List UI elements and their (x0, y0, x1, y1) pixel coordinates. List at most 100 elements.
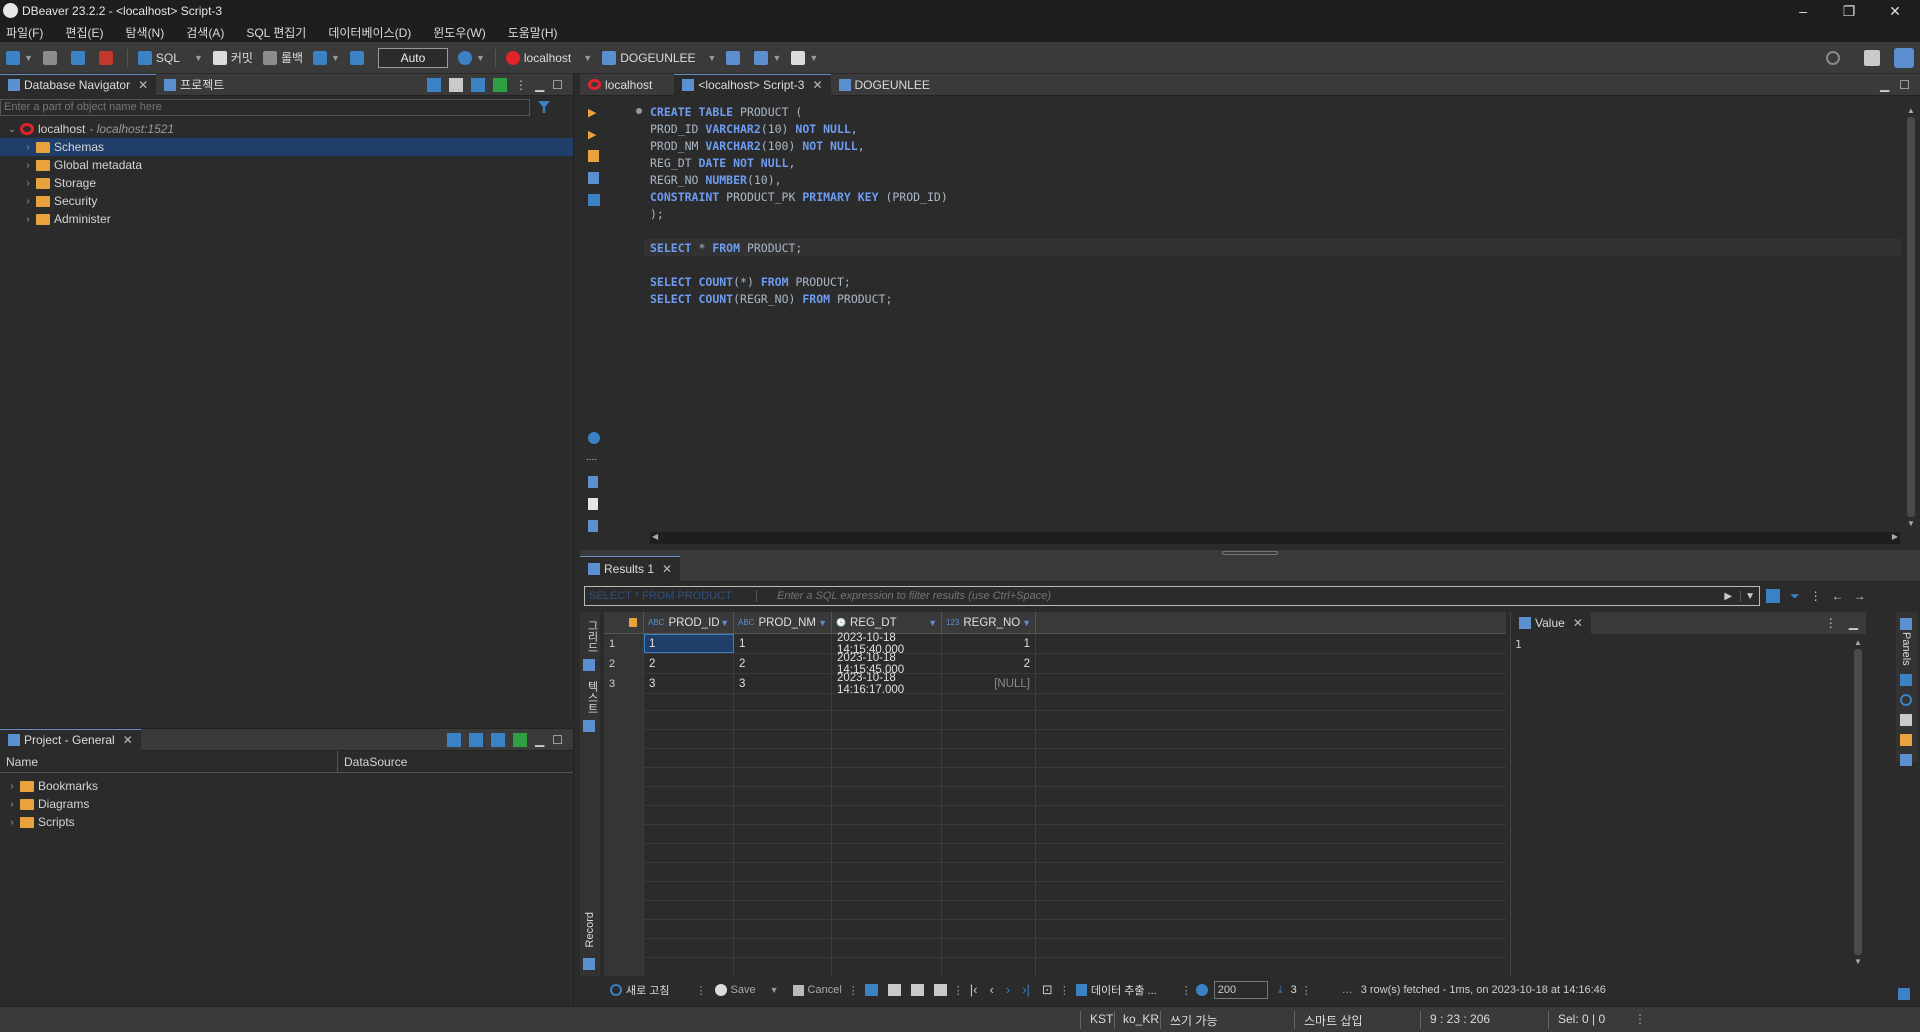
row-number[interactable]: 3 (604, 674, 644, 693)
tab-database-navigator[interactable]: Database Navigator ✕ (0, 73, 157, 96)
column-header-name[interactable]: Name (0, 751, 338, 772)
fetch-size-input[interactable] (1213, 981, 1268, 999)
table-cell[interactable]: 2 (644, 654, 734, 673)
tab-dogeunlee[interactable]: DOGEUNLEE (831, 74, 938, 96)
project-item-bookmarks[interactable]: › Bookmarks (0, 777, 573, 795)
search-tool-button[interactable]: ▼ (791, 46, 818, 70)
tree-node-administer[interactable]: › Administer (0, 210, 573, 228)
column-header[interactable]: ABC PROD_NM ▼ (734, 612, 832, 634)
menu-help[interactable]: 도움말(H) (508, 24, 558, 41)
collapse-all-icon[interactable] (471, 77, 485, 92)
output-icon[interactable] (588, 194, 600, 206)
table-row[interactable]: 3 3 3 2023-10-18 14:16:17.000 [NULL] (604, 672, 1506, 696)
save-file-icon[interactable] (588, 498, 598, 510)
table-cell[interactable]: 1 (734, 634, 832, 653)
column-header[interactable]: 🕓 REG_DT ▼ (832, 612, 942, 634)
collapse-icon[interactable] (469, 732, 483, 747)
panels-icon[interactable] (1900, 618, 1912, 630)
sort-arrow-icon[interactable]: ▼ (1022, 618, 1031, 628)
open-file-icon[interactable] (588, 476, 598, 488)
table-cell[interactable]: 2023-10-18 14:16:17.000 (832, 672, 942, 696)
menu-edit[interactable]: 편집(E) (65, 24, 103, 41)
close-icon[interactable]: ✕ (812, 78, 822, 92)
table-row[interactable]: 2 2 2 2023-10-18 14:15:45.000 2 (604, 652, 1506, 676)
fetch-settings-icon[interactable] (1195, 984, 1208, 996)
menu-file[interactable]: 파일(F) (6, 24, 43, 41)
new-connection-button[interactable]: ▼ (6, 46, 33, 70)
delete-row-icon[interactable] (933, 984, 947, 996)
row-number-header[interactable] (604, 612, 644, 634)
value-scrollbar[interactable]: ▲ ▼ (1852, 638, 1864, 972)
menu-sql-editor[interactable]: SQL 편집기 (246, 24, 306, 41)
menu-window[interactable]: 윈도우(W) (433, 24, 485, 41)
refresh-button[interactable]: 새로 고침 (610, 982, 670, 998)
close-icon[interactable]: ✕ (1573, 616, 1583, 630)
execute-new-tab-icon[interactable] (588, 150, 599, 162)
tab-script-3[interactable]: <localhost> Script-3 ✕ (674, 73, 831, 96)
menu-dots-icon[interactable]: ⋮ (1825, 616, 1837, 630)
maximize-view-icon[interactable]: ☐ (552, 78, 563, 92)
table-row[interactable]: 1 1 1 2023-10-18 14:15:40.000 1 (604, 632, 1506, 656)
table-cell[interactable]: 2023-10-18 14:15:45.000 (832, 652, 942, 676)
table-cell[interactable]: 1 (942, 634, 1036, 653)
chevron-right-icon[interactable]: › (22, 178, 34, 189)
editor-vertical-scrollbar[interactable]: ▲ ▼ (1904, 106, 1918, 530)
sql-line[interactable]: SELECT COUNT(*) FROM PRODUCT; (650, 274, 948, 291)
copy-row-icon[interactable] (910, 984, 924, 996)
results-filter-input[interactable] (757, 587, 1725, 605)
chevron-right-icon[interactable]: › (6, 781, 18, 792)
next-icon[interactable]: › (1006, 982, 1010, 998)
chevron-right-icon[interactable]: › (6, 799, 18, 810)
maximize-view-icon[interactable]: ☐ (552, 733, 563, 747)
active-schema-selector[interactable]: DOGEUNLEE ▼ (602, 46, 716, 70)
filter-settings-icon[interactable]: ⏷ (1790, 589, 1800, 604)
chevron-right-icon[interactable]: › (22, 160, 34, 171)
tab-results-1[interactable]: Results 1 ✕ (580, 555, 681, 582)
lock-button[interactable] (349, 46, 368, 70)
navigator-filter-input[interactable] (0, 98, 530, 116)
column-header-datasource[interactable]: DataSource (338, 751, 573, 772)
add-row-icon[interactable] (887, 984, 901, 996)
tab-project-general[interactable]: Project - General ✕ (0, 728, 141, 751)
table-cell[interactable]: 2 (734, 654, 832, 673)
text-view-label[interactable]: 텍스트 (584, 681, 600, 714)
restore-button[interactable]: ❐ (1826, 0, 1872, 22)
commit-button[interactable]: 커밋 (212, 46, 253, 70)
status-menu-icon[interactable]: ⋮ (1634, 1012, 1646, 1026)
scrollbar-thumb[interactable] (1907, 117, 1915, 517)
grid-view-label[interactable]: 그리드 (584, 620, 600, 653)
sql-line[interactable] (650, 223, 948, 240)
close-icon[interactable]: ✕ (123, 733, 133, 747)
sort-arrow-icon[interactable]: ▼ (720, 618, 729, 628)
tools-button[interactable]: ▼ (754, 46, 781, 70)
sql-line[interactable]: ); (650, 206, 948, 223)
link-editor-icon[interactable] (493, 77, 507, 92)
execute-statement-icon[interactable]: ▶ (588, 106, 596, 119)
menu-database[interactable]: 데이터베이스(D) (328, 24, 411, 41)
eraser-icon[interactable] (1766, 589, 1780, 603)
references-icon[interactable] (1900, 733, 1912, 746)
link-icon[interactable] (447, 732, 461, 747)
new-folder-icon[interactable] (449, 77, 463, 92)
forward-arrow-icon[interactable]: → (1854, 589, 1866, 603)
apply-filter-icon[interactable]: ▶ (1724, 591, 1732, 602)
sort-arrow-icon[interactable]: ▼ (928, 618, 937, 628)
last-page-icon[interactable]: ›| (1022, 982, 1030, 998)
sql-line[interactable]: CREATE TABLE PRODUCT ( (650, 104, 948, 121)
row-number[interactable]: 2 (604, 654, 644, 673)
splitter-handle[interactable] (1222, 551, 1278, 555)
transaction-mode-field[interactable]: Auto (377, 47, 448, 68)
sql-button[interactable]: SQL ▼ (137, 46, 203, 70)
back-arrow-icon[interactable]: ← (1832, 589, 1844, 603)
table-cell[interactable]: 3 (734, 674, 832, 693)
minimize-view-icon[interactable]: ▁ (1849, 616, 1858, 630)
chevron-right-icon[interactable]: › (22, 196, 34, 207)
project-item-scripts[interactable]: › Scripts (0, 813, 573, 831)
metadata-icon[interactable] (1900, 673, 1912, 686)
sql-code[interactable]: CREATE TABLE PRODUCT (PROD_ID VARCHAR2(1… (650, 104, 948, 308)
chevron-right-icon[interactable]: › (22, 142, 34, 153)
perspective-icon[interactable] (1864, 50, 1880, 66)
tree-node-global-metadata[interactable]: › Global metadata (0, 156, 573, 174)
tree-node-schemas[interactable]: › Schemas (0, 138, 573, 156)
panel-toggle-icon[interactable] (1898, 988, 1910, 1000)
